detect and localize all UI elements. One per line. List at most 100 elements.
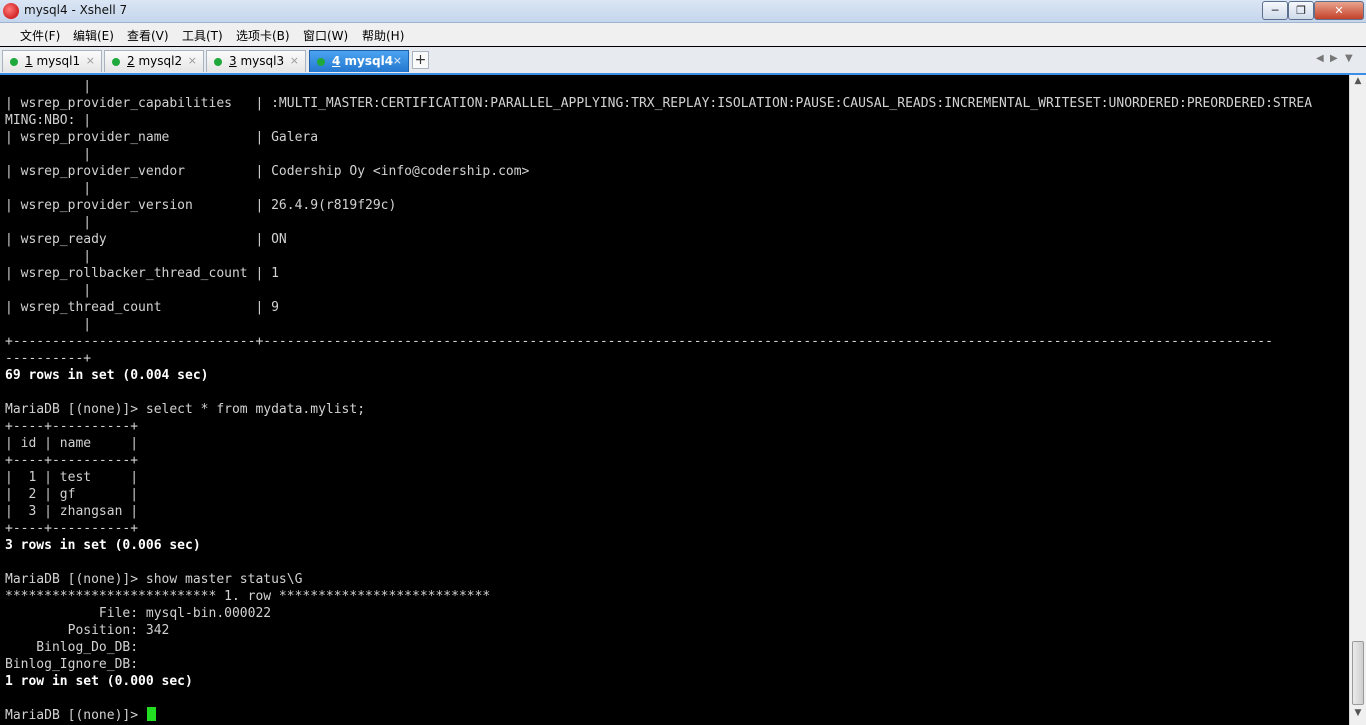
terminal-line: | wsrep_rollbacker_thread_count | 1: [5, 265, 279, 282]
terminal-line-text: | wsrep_provider_vendor | Codership Oy <…: [5, 164, 530, 179]
session-tab-bar: 1 mysql1 × 2 mysql2 × 3 mysql3 × 4 mysql…: [0, 47, 1366, 75]
menu-view[interactable]: 查看(V): [127, 27, 169, 44]
terminal-line: MariaDB [(none)]> select * from mydata.m…: [5, 401, 365, 418]
terminal-output[interactable]: | | wsrep_provider_capabilities | :MULTI_…: [0, 75, 1348, 725]
terminal-line-text: Binlog_Do_DB:: [5, 640, 146, 655]
terminal-line-text: |: [5, 249, 92, 264]
menu-edit[interactable]: 编辑(E): [73, 27, 114, 44]
terminal-line-text: +----+----------+: [5, 453, 139, 468]
terminal-line: MING:NBO: |: [5, 112, 91, 129]
terminal-line-text: MING:NBO: |: [5, 113, 92, 128]
terminal-line-text: |: [5, 317, 92, 332]
scroll-down-arrow-icon[interactable]: ▼: [1351, 708, 1365, 722]
connected-status-icon: [112, 58, 120, 66]
tab-list-menu-icon[interactable]: ▼: [1345, 53, 1353, 64]
menu-bar: 文件(F) 编辑(E) 查看(V) 工具(T) 选项卡(B) 窗口(W) 帮助(…: [0, 23, 1366, 46]
terminal-line-text: |: [5, 283, 92, 298]
terminal-line: +-------------------------------+-------…: [5, 333, 1273, 350]
tab-close-icon[interactable]: ×: [290, 54, 299, 67]
terminal-line-text: MariaDB [(none)]> show master status\G: [5, 572, 303, 587]
terminal-line-text: *************************** 1. row *****…: [5, 589, 491, 604]
new-tab-button[interactable]: +: [412, 51, 429, 69]
terminal-line-text: ----------+: [5, 351, 92, 366]
terminal-line: | id | name |: [5, 435, 138, 452]
terminal-line: | 3 | zhangsan |: [5, 503, 138, 520]
tab-close-icon[interactable]: ×: [86, 54, 95, 67]
tab-mysql3[interactable]: 3 mysql3 ×: [206, 50, 306, 72]
terminal-line-text: | 2 | gf |: [5, 487, 139, 502]
terminal-line-text: Binlog_Ignore_DB:: [5, 657, 146, 672]
terminal-line-text: 1 row in set (0.000 sec): [5, 674, 193, 689]
tab-label: 1 mysql1: [25, 54, 81, 68]
connected-status-icon: [317, 58, 325, 66]
maximize-button[interactable]: ❐: [1288, 1, 1314, 20]
terminal-line-text: | wsrep_provider_version | 26.4.9(r819f2…: [5, 198, 397, 213]
tab-label: 3 mysql3: [229, 54, 285, 68]
command-prompt-line[interactable]: MariaDB [(none)]>: [5, 707, 156, 724]
terminal-line: ----------+: [5, 350, 91, 367]
terminal-line-text: File: mysql-bin.000022: [5, 606, 272, 621]
terminal-line: 3 rows in set (0.006 sec): [5, 537, 201, 554]
terminal-line: | wsrep_provider_name | Galera: [5, 129, 318, 146]
terminal-line: *************************** 1. row *****…: [5, 588, 490, 605]
connected-status-icon: [214, 58, 222, 66]
terminal-line: | wsrep_ready | ON: [5, 231, 287, 248]
tab-label: 2 mysql2: [127, 54, 183, 68]
menu-help[interactable]: 帮助(H): [362, 27, 404, 44]
scrollbar-thumb[interactable]: [1352, 641, 1364, 705]
vertical-scrollbar[interactable]: ▲ ▼: [1349, 75, 1366, 725]
terminal-line: +----+----------+: [5, 418, 138, 435]
tab-mysql1[interactable]: 1 mysql1 ×: [2, 50, 102, 72]
tab-scroll-left-icon[interactable]: ◀: [1316, 53, 1324, 64]
menu-tab[interactable]: 选项卡(B): [236, 27, 290, 44]
terminal-line-text: |: [5, 215, 92, 230]
terminal-line: 1 row in set (0.000 sec): [5, 673, 193, 690]
scroll-up-arrow-icon[interactable]: ▲: [1351, 76, 1365, 90]
terminal-line-text: |: [5, 79, 92, 94]
terminal-line-text: | wsrep_ready | ON: [5, 232, 287, 247]
tab-close-icon[interactable]: ×: [393, 54, 402, 67]
terminal-line: Binlog_Ignore_DB:: [5, 656, 146, 673]
tab-mysql2[interactable]: 2 mysql2 ×: [104, 50, 204, 72]
terminal-line: | wsrep_provider_version | 26.4.9(r819f2…: [5, 197, 396, 214]
menu-window[interactable]: 窗口(W): [303, 27, 348, 44]
xshell-logo-icon: [3, 3, 19, 19]
terminal-line: | wsrep_provider_vendor | Codership Oy <…: [5, 163, 529, 180]
connected-status-icon: [10, 58, 18, 66]
terminal-line: Position: 342: [5, 622, 170, 639]
menu-tools[interactable]: 工具(T): [182, 27, 223, 44]
terminal-line: File: mysql-bin.000022: [5, 605, 271, 622]
tab-label: 4 mysql4: [332, 54, 394, 68]
terminal-line: | wsrep_provider_capabilities | :MULTI_M…: [5, 95, 1312, 112]
terminal-line: +----+----------+: [5, 452, 138, 469]
terminal-line: |: [5, 180, 91, 197]
minimize-button[interactable]: ─: [1262, 1, 1288, 20]
terminal-line: |: [5, 282, 91, 299]
terminal-line-text: | wsrep_rollbacker_thread_count | 1: [5, 266, 279, 281]
terminal-line-text: | 3 | zhangsan |: [5, 504, 139, 519]
terminal-line-text: |: [5, 181, 92, 196]
terminal-line: |: [5, 146, 91, 163]
window-title: mysql4 - Xshell 7: [24, 3, 128, 17]
terminal-line: |: [5, 248, 91, 265]
terminal-line: 69 rows in set (0.004 sec): [5, 367, 209, 384]
tab-mysql4[interactable]: 4 mysql4 ×: [309, 50, 409, 72]
terminal-line-text: 69 rows in set (0.004 sec): [5, 368, 209, 383]
terminal-line-text: | id | name |: [5, 436, 139, 451]
terminal-line-text: MariaDB [(none)]>: [5, 708, 146, 723]
terminal-line-text: | 1 | test |: [5, 470, 139, 485]
close-button[interactable]: ✕: [1314, 1, 1364, 20]
menu-file[interactable]: 文件(F): [20, 27, 60, 44]
terminal-line: MariaDB [(none)]> show master status\G: [5, 571, 302, 588]
terminal-line: |: [5, 214, 91, 231]
title-bar: mysql4 - Xshell 7 ─ ❐ ✕: [0, 0, 1366, 23]
tab-scroll-right-icon[interactable]: ▶: [1330, 53, 1338, 64]
tab-close-icon[interactable]: ×: [188, 54, 197, 67]
terminal-line: | wsrep_thread_count | 9: [5, 299, 279, 316]
terminal-cursor: [146, 707, 156, 721]
terminal-line-text: Position: 342: [5, 623, 170, 638]
terminal-line-text: | wsrep_provider_capabilities | :MULTI_M…: [5, 96, 1313, 111]
terminal-line: |: [5, 78, 91, 95]
terminal-line: | 2 | gf |: [5, 486, 138, 503]
terminal-line-text: |: [5, 147, 92, 162]
